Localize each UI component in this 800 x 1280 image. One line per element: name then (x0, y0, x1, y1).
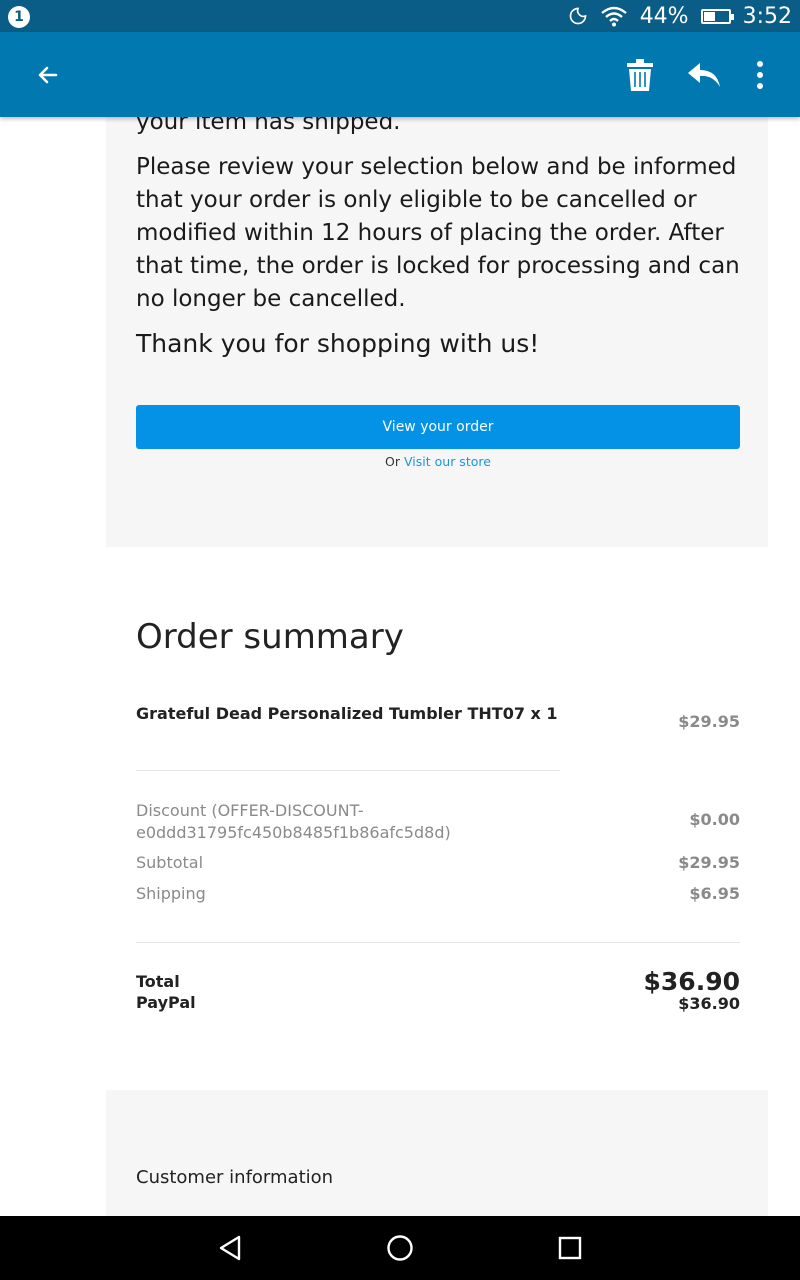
nav-home-button[interactable] (360, 1216, 440, 1280)
total-value: $36.90 (643, 967, 740, 996)
nav-recents-icon (558, 1236, 582, 1260)
shipping-value: $6.95 (689, 884, 740, 903)
total-label: Total (136, 972, 180, 991)
store-link-line: Or Visit our store (136, 454, 740, 469)
shipping-label: Shipping (136, 884, 206, 903)
battery-percent: 44% (639, 3, 689, 29)
item-name: Grateful Dead Personalized Tumbler THT07… (136, 704, 558, 723)
email-body[interactable]: your item has shipped. Please review you… (0, 117, 800, 1216)
reply-button[interactable] (674, 32, 734, 117)
moon-icon (569, 7, 587, 25)
back-button[interactable] (18, 32, 78, 117)
item-price: $29.95 (678, 712, 740, 731)
discount-label: Discount (OFFER-DISCOUNT-e0ddd31795fc450… (136, 801, 451, 842)
message-card: your item has shipped. Please review you… (106, 117, 768, 547)
discount-value: $0.00 (689, 810, 740, 829)
status-bar: 1 44% 3:52 (0, 0, 800, 32)
trash-icon (627, 58, 653, 91)
nav-recents-button[interactable] (530, 1216, 610, 1280)
app-bar (0, 32, 800, 117)
payment-amount: $36.90 (678, 994, 740, 1013)
more-vert-icon (757, 60, 763, 89)
wifi-icon (600, 6, 627, 27)
status-icons: 44% 3:52 (568, 0, 792, 32)
nav-back-button[interactable] (190, 1216, 270, 1280)
partial-text-line: your item has shipped. (136, 117, 401, 135)
divider (136, 770, 560, 771)
delete-button[interactable] (610, 32, 670, 117)
clock: 3:52 (742, 3, 792, 29)
customer-info-title: Customer information (136, 1167, 334, 1188)
order-summary-title: Order summary (136, 617, 404, 657)
back-arrow-icon (38, 66, 58, 83)
customer-info-card: Customer information (106, 1090, 768, 1216)
notification-badge: 1 (8, 6, 30, 28)
reply-icon (688, 62, 720, 87)
battery-icon (700, 8, 734, 24)
or-text: Or (385, 454, 401, 469)
more-options-button[interactable] (730, 32, 790, 117)
subtotal-label: Subtotal (136, 853, 204, 872)
visit-store-link[interactable]: Visit our store (404, 454, 491, 469)
nav-back-icon (219, 1235, 241, 1261)
divider (136, 942, 740, 943)
payment-method-label: PayPal (136, 993, 196, 1012)
view-order-button[interactable]: View your order (136, 405, 740, 449)
thanks-text: Thank you for shopping with us! (136, 329, 540, 358)
navigation-bar (0, 1216, 800, 1280)
nav-home-icon (387, 1235, 413, 1261)
review-paragraph: Please review your selection below and b… (136, 154, 740, 312)
subtotal-value: $29.95 (678, 853, 740, 872)
